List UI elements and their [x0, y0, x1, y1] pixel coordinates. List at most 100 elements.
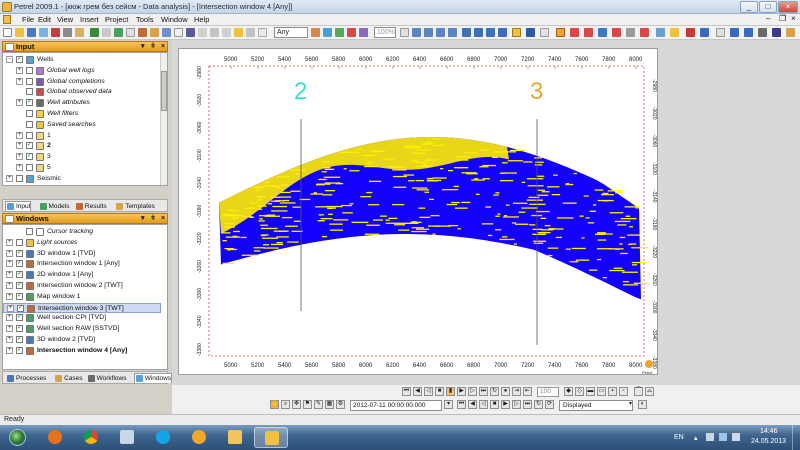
- panel-tab[interactable]: Input: [5, 201, 32, 211]
- cube-icon[interactable]: [730, 28, 739, 37]
- lasso-icon[interactable]: [626, 28, 635, 37]
- tree-checkbox[interactable]: ✓: [16, 260, 23, 268]
- view-south-icon[interactable]: [424, 28, 433, 37]
- minimize-button[interactable]: _: [740, 1, 758, 13]
- tree-expander-icon[interactable]: +: [16, 164, 23, 171]
- tree-checkbox[interactable]: [16, 238, 23, 246]
- anim-opt1-icon[interactable]: ◆: [564, 387, 573, 396]
- anim-back-icon[interactable]: ◁: [424, 387, 433, 396]
- tree-checkbox[interactable]: ✓: [26, 99, 33, 107]
- stereonet-icon[interactable]: [198, 28, 207, 37]
- taskbar-skype-button[interactable]: [146, 427, 180, 448]
- grid-icon[interactable]: [258, 28, 267, 37]
- more-tools-icon[interactable]: [786, 28, 795, 37]
- player-cursor-icon[interactable]: ✋: [270, 400, 279, 409]
- time-last-icon[interactable]: ⏭: [523, 400, 532, 409]
- anim-speed-icon[interactable]: ⇥: [512, 387, 521, 396]
- open-project-icon[interactable]: [15, 28, 24, 37]
- mdi-minimize-icon[interactable]: –: [766, 14, 770, 23]
- domain-select[interactable]: Any: [274, 27, 308, 38]
- anim-record-icon[interactable]: ●: [501, 387, 510, 396]
- anim-next-icon[interactable]: ▷: [468, 387, 477, 396]
- tree-item[interactable]: Well filters: [3, 109, 161, 119]
- taskbar-petrel-button[interactable]: [254, 427, 288, 448]
- panel-tab[interactable]: Windows: [133, 373, 173, 383]
- erase-icon[interactable]: [640, 28, 649, 37]
- player-config-icon[interactable]: ⚙: [336, 400, 345, 409]
- tree-checkbox[interactable]: [16, 174, 23, 182]
- tree-checkbox[interactable]: ✓: [16, 292, 23, 300]
- annotation-icon[interactable]: [526, 28, 535, 37]
- function-window-icon[interactable]: [162, 28, 171, 37]
- tree-item[interactable]: + ✓ Well attributes: [3, 98, 161, 108]
- tree-expander-icon[interactable]: +: [16, 99, 23, 107]
- tree-checkbox[interactable]: ✓: [16, 325, 23, 333]
- tree-checkbox[interactable]: [26, 66, 33, 74]
- tree-checkbox[interactable]: ✓: [26, 142, 33, 150]
- anim-last-icon[interactable]: ⏭: [479, 387, 488, 396]
- player-calendar-icon[interactable]: ▦: [325, 400, 334, 409]
- tree-item[interactable]: + ✓ 3D window 1 [TVD]: [3, 249, 161, 259]
- display-mode-apply-icon[interactable]: ◐: [638, 400, 647, 409]
- pick-icon[interactable]: [612, 28, 621, 37]
- align-left-icon[interactable]: [462, 28, 471, 37]
- input-panel-close-icon[interactable]: ×: [161, 42, 165, 52]
- maximize-button[interactable]: □: [759, 1, 777, 13]
- new-project-icon[interactable]: [3, 28, 12, 37]
- windows-panel-dropdown-icon[interactable]: ▾: [141, 214, 145, 224]
- zoom-field[interactable]: 100%: [374, 27, 396, 38]
- tree-checkbox[interactable]: [26, 228, 33, 235]
- player-pen-icon[interactable]: ✎: [314, 400, 323, 409]
- anim-pause-icon[interactable]: ▮: [446, 387, 455, 396]
- polygon-icon[interactable]: [686, 28, 695, 37]
- tree-expander-icon[interactable]: +: [6, 346, 13, 354]
- zoom-in-icon[interactable]: [347, 28, 356, 37]
- tree-item[interactable]: + Light sources: [3, 238, 161, 248]
- tree-checkbox[interactable]: [26, 77, 33, 85]
- tree-checkbox[interactable]: ✓: [16, 271, 23, 279]
- anim-play-icon[interactable]: ▶: [457, 387, 466, 396]
- anim-prev-icon[interactable]: ◀: [413, 387, 422, 396]
- tree-item[interactable]: +5: [3, 163, 161, 173]
- anim-opt4-icon[interactable]: ▭: [597, 387, 606, 396]
- tree-item[interactable]: + ✓ Intersection window 4 [Any]: [3, 346, 161, 356]
- time-refresh-icon[interactable]: ⟳: [545, 400, 554, 409]
- display-mode-select[interactable]: Displayed: [559, 400, 633, 411]
- tree-checkbox[interactable]: ✓: [16, 56, 23, 63]
- anim-opt8-icon[interactable]: ⌓: [645, 387, 654, 396]
- export-icon[interactable]: [772, 28, 781, 37]
- player-zoom-icon[interactable]: ⌕: [281, 400, 290, 409]
- flag-icon[interactable]: [570, 28, 579, 37]
- clock-date[interactable]: 24.05.2013: [751, 438, 786, 445]
- tray-flag-icon[interactable]: [706, 433, 714, 441]
- tree-item[interactable]: + ✓ Intersection window 3 [TWT]: [3, 302, 161, 313]
- tree-item[interactable]: + ✓ 2D window 1 [Any]: [3, 270, 161, 280]
- undo-icon[interactable]: [90, 28, 99, 37]
- well-section-icon[interactable]: [186, 28, 195, 37]
- mdi-close-icon[interactable]: ×: [791, 14, 796, 23]
- anim-opt5-icon[interactable]: ▪: [608, 387, 617, 396]
- tree-item[interactable]: Cursor tracking: [3, 227, 161, 237]
- panel-tab[interactable]: Templates: [114, 201, 156, 211]
- tree-expander-icon[interactable]: +: [16, 153, 23, 161]
- view-west-icon[interactable]: [448, 28, 457, 37]
- tree-expander-icon[interactable]: +: [6, 292, 13, 300]
- tree-checkbox[interactable]: [26, 88, 33, 96]
- start-button[interactable]: [2, 427, 32, 448]
- input-tree-scrollbar[interactable]: [160, 53, 167, 185]
- tree-item[interactable]: + Global completions: [3, 77, 161, 87]
- anim-stop-icon[interactable]: ■: [435, 387, 444, 396]
- tree-item[interactable]: + ✓ 3D window 2 [TVD]: [3, 335, 161, 345]
- show-desktop-button[interactable]: [792, 425, 800, 450]
- tools-icon[interactable]: [210, 28, 219, 37]
- workflow-icon[interactable]: [246, 28, 255, 37]
- tree-checkbox[interactable]: [26, 120, 33, 128]
- tree-item[interactable]: + ✓ 3: [3, 152, 161, 162]
- tree-expander-icon[interactable]: +: [16, 77, 23, 85]
- tree-checkbox[interactable]: [26, 110, 33, 117]
- tree-expander-icon[interactable]: +: [16, 131, 23, 139]
- time-prev-icon[interactable]: ◀: [468, 400, 477, 409]
- tree-checkbox[interactable]: [26, 164, 33, 171]
- align-up-icon[interactable]: [486, 28, 495, 37]
- well-label[interactable]: 3: [530, 78, 543, 105]
